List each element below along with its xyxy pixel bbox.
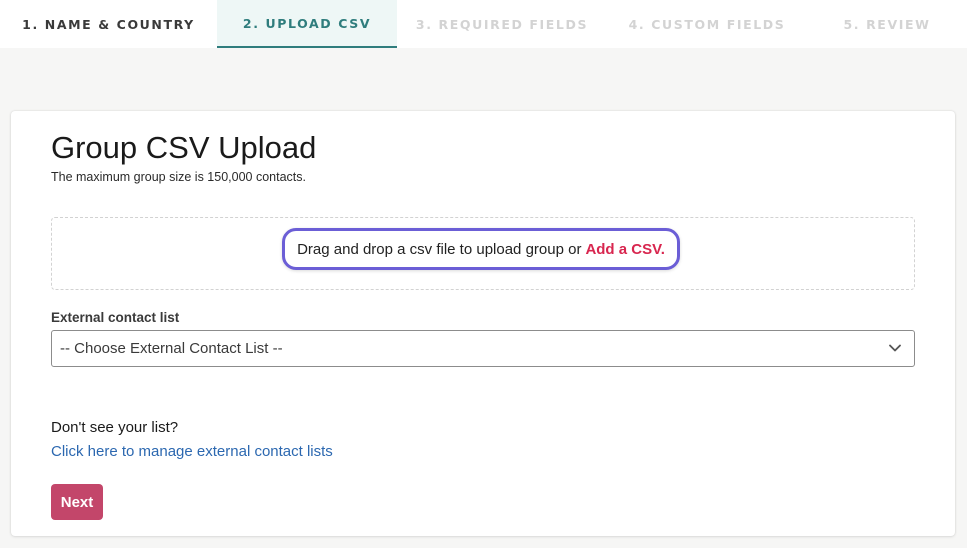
dropzone-instructions: Drag and drop a csv file to upload group…: [282, 228, 680, 270]
max-size-note: The maximum group size is 150,000 contac…: [51, 170, 306, 184]
next-button[interactable]: Next: [51, 484, 103, 520]
csv-dropzone[interactable]: Drag and drop a csv file to upload group…: [51, 217, 915, 290]
step-review: 5. REVIEW: [843, 16, 931, 32]
step-name-country[interactable]: 1. NAME & COUNTRY: [0, 0, 217, 48]
chevron-down-icon: [889, 344, 901, 352]
dropzone-text: Drag and drop a csv file to upload group…: [297, 240, 582, 258]
step-custom-fields: 4. CUSTOM FIELDS: [628, 16, 786, 32]
add-csv-link[interactable]: Add a CSV.: [585, 241, 664, 258]
upload-card: Group CSV Upload The maximum group size …: [11, 111, 955, 536]
step-upload-csv[interactable]: 2. UPLOAD CSV: [217, 0, 397, 48]
missing-list-question: Don't see your list?: [51, 419, 179, 436]
page-title: Group CSV Upload: [51, 130, 317, 165]
wizard-stepper: 1. NAME & COUNTRY 2. UPLOAD CSV 3. REQUI…: [0, 0, 967, 48]
manage-external-lists-link[interactable]: Click here to manage external contact li…: [51, 443, 333, 460]
step-required-fields: 3. REQUIRED FIELDS: [415, 16, 589, 32]
external-contact-list-select[interactable]: -- Choose External Contact List --: [51, 330, 915, 367]
select-value: -- Choose External Contact List --: [60, 340, 283, 357]
external-contact-list-label: External contact list: [51, 310, 180, 325]
